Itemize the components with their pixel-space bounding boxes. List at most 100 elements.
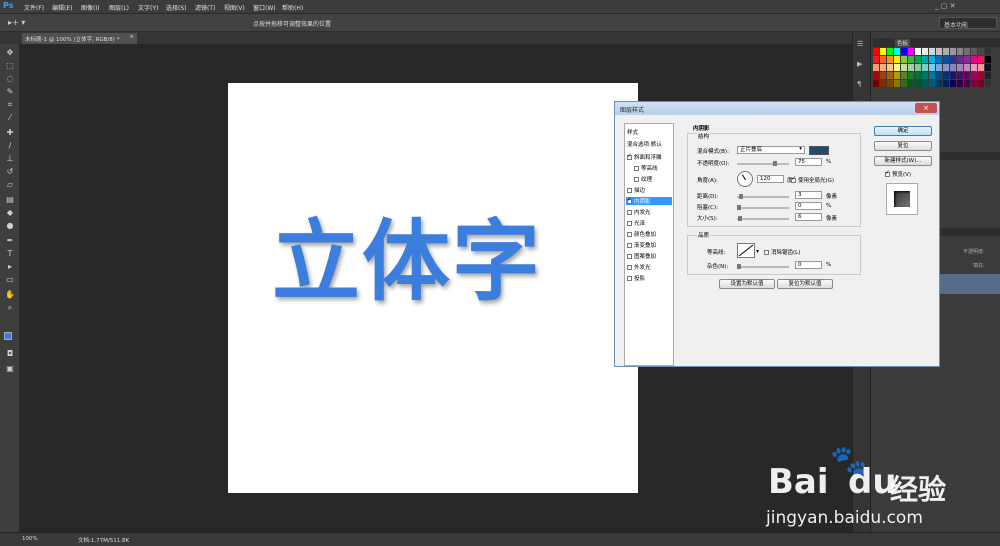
color-swatch[interactable] bbox=[943, 64, 949, 71]
global-light-checkbox[interactable]: 使用全局光(G) bbox=[791, 175, 834, 184]
color-swatch[interactable] bbox=[922, 72, 928, 79]
document-canvas[interactable]: 立体字 bbox=[228, 83, 638, 493]
color-swatch[interactable] bbox=[894, 56, 900, 63]
style-item-check-icon[interactable] bbox=[627, 152, 632, 160]
marquee-tool-icon[interactable]: ⬚ bbox=[5, 61, 15, 71]
dialog-close-button[interactable]: × bbox=[915, 103, 937, 113]
noise-slider[interactable] bbox=[737, 264, 789, 269]
style-item[interactable]: 等高线 bbox=[634, 164, 658, 172]
color-swatch[interactable] bbox=[887, 56, 893, 63]
color-swatch[interactable] bbox=[894, 48, 900, 55]
style-item[interactable]: 纹理 bbox=[634, 175, 652, 183]
style-item-check-icon[interactable] bbox=[627, 210, 632, 215]
color-swatch[interactable] bbox=[929, 56, 935, 63]
style-item[interactable]: 投影 bbox=[627, 274, 645, 282]
color-swatch[interactable] bbox=[929, 64, 935, 71]
color-swatch[interactable] bbox=[901, 64, 907, 71]
color-swatch[interactable] bbox=[985, 72, 991, 79]
style-item[interactable]: 内发光 bbox=[627, 208, 651, 216]
color-swatch[interactable] bbox=[922, 80, 928, 87]
choke-slider[interactable] bbox=[737, 205, 789, 210]
color-swatch[interactable] bbox=[971, 64, 977, 71]
color-swatch[interactable] bbox=[901, 56, 907, 63]
color-swatch[interactable] bbox=[943, 72, 949, 79]
global-light-check-icon[interactable] bbox=[791, 175, 796, 183]
menu-image[interactable]: 图像(I) bbox=[81, 3, 99, 12]
choke-slider-thumb[interactable] bbox=[737, 205, 741, 210]
color-swatch[interactable] bbox=[971, 80, 977, 87]
color-swatch[interactable] bbox=[978, 48, 984, 55]
healing-tool-icon[interactable]: ✚ bbox=[5, 128, 15, 138]
color-swatch[interactable] bbox=[873, 48, 879, 55]
color-swatch[interactable] bbox=[908, 64, 914, 71]
style-item-check-icon[interactable] bbox=[627, 196, 632, 204]
color-swatch[interactable] bbox=[978, 56, 984, 63]
type-tool-icon[interactable]: T bbox=[5, 249, 15, 259]
color-swatch[interactable] bbox=[873, 64, 879, 71]
window-controls[interactable]: _ ▢ ✕ bbox=[935, 2, 955, 10]
reset-button[interactable]: 复位 bbox=[874, 141, 932, 151]
menu-edit[interactable]: 编辑(E) bbox=[52, 3, 72, 12]
style-item-check-icon[interactable] bbox=[627, 221, 632, 226]
noise-slider-thumb[interactable] bbox=[737, 264, 741, 269]
style-item[interactable]: 描边 bbox=[627, 186, 645, 194]
color-swatch[interactable] bbox=[971, 56, 977, 63]
preview-checkbox[interactable]: 预览(V) bbox=[885, 169, 911, 178]
color-swatch[interactable] bbox=[915, 56, 921, 63]
color-swatch[interactable] bbox=[985, 48, 991, 55]
color-swatch[interactable] bbox=[887, 72, 893, 79]
choke-input[interactable]: 0 bbox=[795, 202, 822, 210]
size-slider[interactable] bbox=[737, 216, 789, 221]
color-swatch[interactable] bbox=[873, 80, 879, 87]
clone-stamp-tool-icon[interactable]: ⊥ bbox=[5, 154, 15, 164]
color-swatch[interactable] bbox=[929, 80, 935, 87]
size-slider-thumb[interactable] bbox=[738, 216, 742, 221]
menu-select[interactable]: 选择(S) bbox=[166, 3, 187, 12]
foreground-color-swatch[interactable] bbox=[4, 332, 12, 340]
eyedropper-tool-icon[interactable]: ⁄ bbox=[5, 113, 15, 123]
style-item-check-icon[interactable] bbox=[627, 254, 632, 259]
color-swatch[interactable] bbox=[901, 48, 907, 55]
color-swatch[interactable] bbox=[950, 64, 956, 71]
color-swatch[interactable] bbox=[957, 56, 963, 63]
menu-window[interactable]: 窗口(W) bbox=[253, 3, 276, 12]
color-swatch[interactable] bbox=[873, 72, 879, 79]
style-item[interactable]: 外发光 bbox=[627, 263, 651, 271]
menu-file[interactable]: 文件(F) bbox=[24, 3, 44, 12]
shadow-color-swatch[interactable] bbox=[809, 146, 829, 155]
menu-filter[interactable]: 滤镜(T) bbox=[195, 3, 215, 12]
color-swatch[interactable] bbox=[978, 80, 984, 87]
style-item-check-icon[interactable] bbox=[627, 265, 632, 270]
color-swatch[interactable] bbox=[922, 48, 928, 55]
color-swatch[interactable] bbox=[964, 80, 970, 87]
color-swatch[interactable] bbox=[943, 48, 949, 55]
dodge-tool-icon[interactable]: ● bbox=[5, 221, 15, 231]
color-swatch[interactable] bbox=[880, 64, 886, 71]
preview-check-icon[interactable] bbox=[885, 169, 890, 177]
reset-default-button[interactable]: 复位为默认值 bbox=[777, 279, 833, 289]
angle-input[interactable]: 120 bbox=[757, 175, 784, 183]
color-swatch[interactable] bbox=[943, 56, 949, 63]
color-swatch[interactable] bbox=[964, 56, 970, 63]
color-swatch[interactable] bbox=[887, 80, 893, 87]
color-swatch[interactable] bbox=[908, 48, 914, 55]
menu-help[interactable]: 帮助(H) bbox=[282, 3, 303, 12]
color-swatch[interactable] bbox=[915, 80, 921, 87]
antialias-check-icon[interactable] bbox=[764, 250, 769, 255]
blending-options[interactable]: 混合选项:默认 bbox=[627, 140, 662, 148]
color-swatch[interactable] bbox=[929, 72, 935, 79]
new-style-button[interactable]: 新建样式(W)... bbox=[874, 156, 932, 166]
color-swatch[interactable] bbox=[964, 64, 970, 71]
color-swatch[interactable] bbox=[901, 80, 907, 87]
actions-icon[interactable]: ¶ bbox=[857, 80, 861, 88]
gradient-tool-icon[interactable]: ▤ bbox=[5, 195, 15, 205]
opacity-slider-thumb[interactable] bbox=[773, 161, 777, 166]
color-swatch[interactable] bbox=[936, 72, 942, 79]
distance-slider-thumb[interactable] bbox=[739, 194, 743, 199]
dialog-titlebar[interactable]: 图层样式 × bbox=[615, 102, 939, 115]
angle-dial[interactable] bbox=[737, 171, 753, 187]
color-swatch[interactable] bbox=[873, 56, 879, 63]
style-item[interactable]: 颜色叠加 bbox=[627, 230, 656, 238]
path-select-tool-icon[interactable]: ▸ bbox=[5, 262, 15, 272]
color-swatch[interactable] bbox=[880, 80, 886, 87]
